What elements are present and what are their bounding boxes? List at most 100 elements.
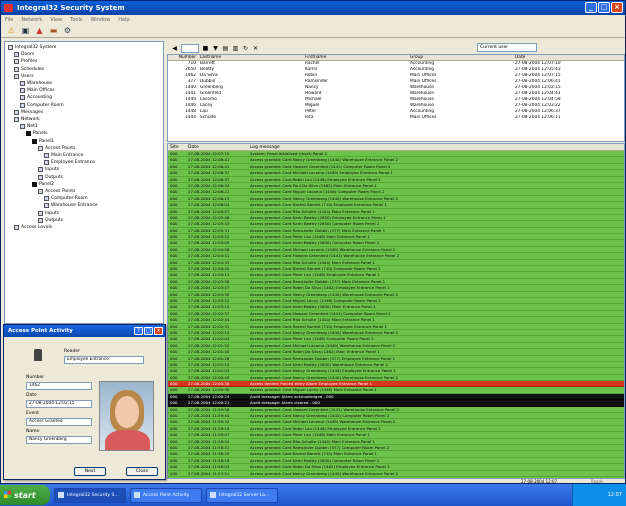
log-cell: 27-08-2004 12:05:22 [188, 234, 230, 240]
menu-item[interactable]: File [5, 17, 13, 23]
log-cell: Access granted: Card Michael Lacomo (144… [250, 419, 396, 425]
start-button[interactable]: start [0, 485, 50, 505]
warning-icon[interactable]: ⚠ [7, 26, 16, 35]
dialog-help-button[interactable]: ? [134, 327, 143, 335]
log-cell: Access granted: Card Karin Beatty (2650)… [250, 214, 386, 220]
log-cell: Access granted: Card Howard Greenfeld (1… [250, 406, 400, 412]
event-field[interactable]: Access Granted [26, 418, 92, 426]
tree-item[interactable]: Main Entrance [44, 152, 83, 159]
log-row[interactable]: 000 27-08-2004 11:57:51 Access granted: Ca… [168, 471, 624, 477]
log-cell: 27-08-2004 12:03:10 [188, 304, 230, 310]
delete-icon[interactable]: ✕ [252, 45, 259, 52]
table-row[interactable]: 1444 Schulte Rita Main Offices 27-08-2004 12… [168, 115, 624, 121]
number-field[interactable]: 1462 [26, 382, 92, 390]
column-header[interactable]: Site [168, 144, 186, 150]
print-icon[interactable]: ▤ [222, 45, 229, 52]
tree-item[interactable]: Doors [14, 51, 34, 58]
log-cell: 000 [170, 368, 178, 374]
tree-item[interactable]: Panel2 [32, 181, 54, 188]
menu-item[interactable]: Network [21, 17, 42, 23]
column-header[interactable]: Lastname [198, 55, 303, 60]
menu-item[interactable]: Help [118, 17, 129, 23]
tree-node-icon [38, 167, 43, 173]
card-icon[interactable]: ▬ [49, 26, 58, 35]
column-header[interactable]: Log message [248, 144, 618, 150]
tree-item[interactable]: Panel1 [32, 138, 54, 145]
tree-node-icon [14, 109, 19, 115]
tree-item[interactable]: Outputs [38, 217, 63, 224]
log-cell: 27-08-2004 11:58:54 [188, 438, 230, 444]
menu-item[interactable]: Window [90, 17, 110, 23]
name-field[interactable]: Nancy Greenberg [26, 436, 92, 444]
tree-item[interactable]: Access Levels [14, 224, 52, 231]
tree-item[interactable]: Inputs [38, 166, 59, 173]
taskbar-item[interactable]: Access Point Activity [130, 487, 202, 503]
next-button[interactable]: Next [74, 467, 106, 476]
dialog-close-button[interactable]: Close [126, 467, 158, 476]
back-icon[interactable]: ◀ [171, 45, 178, 52]
log-cell: Access granted: Card Rita Schulte (1444)… [250, 438, 376, 444]
log-cell: 000 [170, 221, 178, 227]
tree-item[interactable]: Warehouse Entrance [44, 202, 98, 209]
user-photo [99, 381, 154, 451]
dialog-close-x-button[interactable]: × [154, 327, 163, 335]
menu-item[interactable]: View [50, 17, 62, 23]
dialog-restore-button[interactable]: □ [144, 327, 153, 335]
tree-item[interactable]: Users [14, 73, 34, 80]
log-cell: 27-08-2004 11:59:58 [188, 406, 230, 412]
log-cell: 000 [170, 253, 178, 259]
log-cell: 27-08-2004 12:05:31 [188, 227, 230, 233]
tree-node-icon [20, 88, 25, 94]
tree-item[interactable]: Access Points [38, 145, 75, 152]
tree-item[interactable]: Main Offices [20, 87, 55, 94]
date-field[interactable]: 27-08-2004 12:02:15 [26, 400, 92, 408]
tree-item[interactable]: Outputs [38, 174, 63, 181]
minimize-button[interactable]: _ [585, 2, 597, 13]
monitor-icon[interactable]: ▣ [21, 26, 30, 35]
column-header[interactable]: Date [186, 144, 248, 150]
tree-item[interactable]: Access Points [38, 188, 75, 195]
refresh-icon[interactable]: ↻ [242, 45, 249, 52]
tree-item[interactable]: Panels [26, 130, 47, 137]
log-cell: 000 [170, 457, 178, 463]
alarm-bell-icon[interactable]: ▲ [35, 26, 44, 35]
tree-item[interactable]: Computer Room [44, 195, 88, 202]
tree-item[interactable]: Employee Entrance [44, 159, 95, 166]
tree-item[interactable]: Messages [14, 109, 43, 116]
tree-item[interactable]: Warehouse [20, 80, 52, 87]
log-cell: Access granted: Card Rachel Barrett (710… [250, 202, 387, 208]
column-header[interactable]: Group [408, 55, 513, 60]
log-cell: 27-08-2004 11:59:19 [188, 425, 230, 431]
column-header[interactable]: Date [513, 55, 618, 60]
tree-item[interactable]: Accounting [20, 94, 52, 101]
reader-field[interactable]: Employee Entrance [64, 356, 144, 364]
gear-icon[interactable]: ⚙ [63, 26, 72, 35]
tree-item-label: Main Offices [27, 88, 55, 94]
user-filter-combo[interactable]: Current user [477, 43, 537, 52]
export-icon[interactable]: ▥ [232, 45, 239, 52]
close-button[interactable]: × [611, 2, 623, 13]
window-title: Integral32 Security System [17, 4, 125, 12]
taskbar-item[interactable]: Integral32 Server Lo... [206, 487, 278, 503]
count-combo[interactable] [181, 43, 199, 53]
filter-icon[interactable]: ▼ [212, 45, 219, 52]
tree-item[interactable]: Inputs [38, 210, 59, 217]
log-cell: 27-08-2004 12:03:58 [188, 278, 230, 284]
system-tree[interactable]: Integral32 System Doors Profiles Schedules U… [4, 41, 164, 324]
tree-item[interactable]: Computer Room [20, 102, 64, 109]
log-cell: Access granted: Card Rita Schulte (1444)… [250, 259, 376, 265]
log-cell: 000 [170, 323, 178, 329]
taskbar-item[interactable]: Integral32 Security S... [54, 487, 126, 503]
column-header[interactable]: Firstname [303, 55, 408, 60]
tree-item[interactable]: Network [14, 116, 40, 123]
tree-item[interactable]: Schedules [14, 66, 44, 73]
tree-item[interactable]: Profiles [14, 58, 37, 65]
stop-icon[interactable]: ■ [202, 45, 209, 52]
column-header[interactable]: Number [168, 55, 198, 60]
clock[interactable]: 12:07 [608, 492, 622, 498]
maximize-button[interactable]: □ [598, 2, 610, 13]
tree-node-icon [14, 59, 19, 65]
tree-item[interactable]: Net1 [20, 123, 38, 130]
tree-item[interactable]: Integral32 System [8, 44, 56, 51]
menu-item[interactable]: Tools [70, 17, 82, 23]
